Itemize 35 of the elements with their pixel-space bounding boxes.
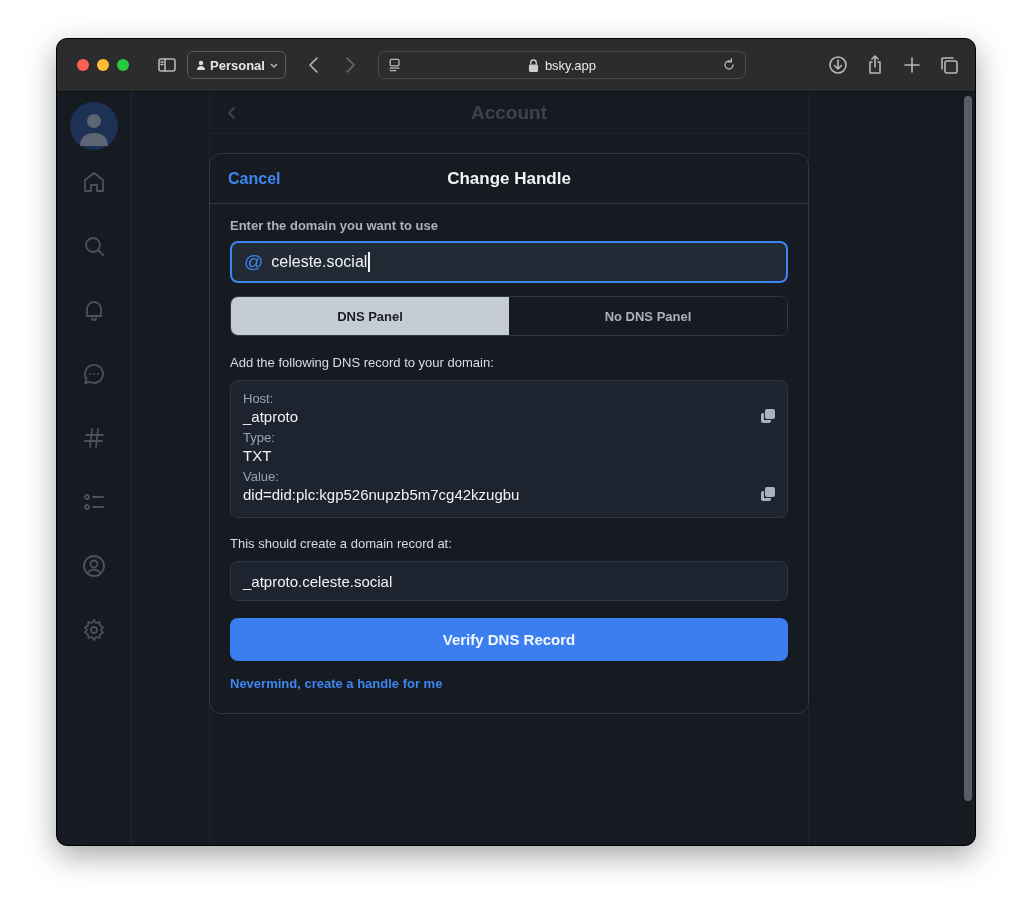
domain-input[interactable]: @ celeste.social xyxy=(230,241,788,283)
record-label: Host: xyxy=(243,391,275,406)
domain-value: celeste.social xyxy=(271,253,368,271)
download-icon[interactable] xyxy=(828,55,848,75)
lock-icon xyxy=(527,58,539,72)
url-text: bsky.app xyxy=(544,57,596,73)
instruction-text: This should create a domain record at: xyxy=(230,536,453,551)
copy-icon[interactable] xyxy=(761,409,775,423)
close-button[interactable] xyxy=(77,59,89,71)
profile-button[interactable]: Personal xyxy=(187,51,286,79)
copy-icon[interactable] xyxy=(761,487,775,501)
record-value: _atproto xyxy=(243,408,299,425)
avatar[interactable] xyxy=(70,102,118,150)
segment-tab[interactable]: DNS Panel xyxy=(231,297,509,335)
dialog-title: Change Handle xyxy=(447,168,571,189)
record-label: Type: xyxy=(243,430,275,445)
field-label: Enter the domain you want to use xyxy=(230,218,440,233)
record-value: TXT xyxy=(243,447,273,464)
record-value: did=did:plc:kgp526nupzb5m7cg42kzugbu xyxy=(243,486,520,503)
address-bar[interactable]: bsky.app xyxy=(377,51,746,79)
fallback-link[interactable]: Nevermind, create a handle for me xyxy=(230,676,443,691)
person-icon xyxy=(196,60,206,70)
new-tab-icon[interactable] xyxy=(902,55,922,75)
domain-record-field: _atproto.celeste.social xyxy=(230,561,788,601)
sidebar-icon[interactable] xyxy=(157,55,177,75)
instruction-text: Add the following DNS record to your domain: xyxy=(230,355,495,370)
verify-button[interactable]: Verify DNS Record xyxy=(230,618,788,661)
zoom-button[interactable] xyxy=(117,59,129,71)
cancel-button[interactable]: Cancel xyxy=(228,169,281,188)
minimize-button[interactable] xyxy=(97,59,109,71)
scrollbar[interactable] xyxy=(964,96,972,801)
at-sign: @ xyxy=(244,251,264,273)
text-cursor xyxy=(368,252,371,272)
tabs-overview-icon[interactable] xyxy=(939,55,959,75)
record-label: Value: xyxy=(243,469,280,484)
